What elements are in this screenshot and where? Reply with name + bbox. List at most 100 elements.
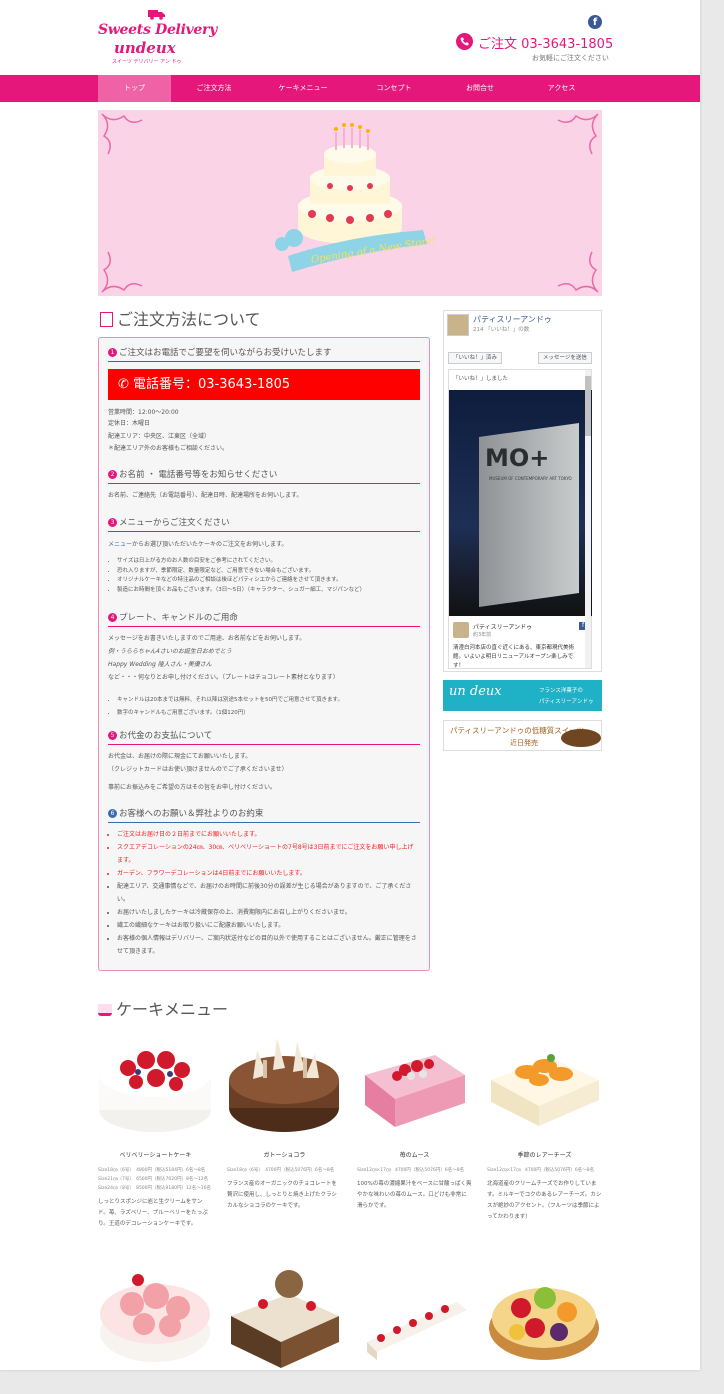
list-item: サイズは日上がる方のお人数の目安をご参考にされてください。 [117,557,365,567]
list-item: 繊工の繊細なケーキはお取り扱いにご配慮お願いいたします。 [117,919,417,932]
list-item: ガーデン、フラワーデコレーションは4日前までにお願いいたします。 [117,867,417,880]
plate-example-1: 例・うららちゃん4さいのお誕生日おめでとう [108,648,232,655]
delivery-area-note: ＊配達エリア外のお客様もご相談ください。 [108,445,229,452]
facebook-icon[interactable]: f [588,15,602,29]
undeux-ad-banner[interactable]: un deux フランス洋菓子の パティスリーアンドゥ [443,680,602,711]
site-header: Sweets Delivery undeux スイーツ デリバリー アン ドゥ … [0,0,700,75]
fb-like-button[interactable]: 「いいね！」済み [448,352,503,364]
cake-card-gateau-chocolat[interactable]: ガトーショコラ Size18㎝（6号） 4700円（税込5076円）6名〜8名 … [227,1030,342,1212]
site-logo[interactable]: Sweets Delivery undeux スイーツ デリバリー アン ドゥ [98,10,218,66]
step4-title: 4 プレート、キャンドルのご用命 [108,611,420,627]
list-item: 恐れ入りますが、季節限定、数量限定など、ご用意できない場合もございます。 [117,567,365,577]
cake-image-roll[interactable] [357,1262,472,1370]
cake-size: Size18㎝（6号） 4800円（税込5184円）6名〜8名 [98,1168,206,1173]
cake-name[interactable]: ガトーショコラ [227,1150,342,1159]
ad1-logo: un deux [449,684,502,699]
list-item: お客様の個人情報はデリバリー、ご案内状送付などの目的以外で使用することはございま… [117,932,417,958]
cake-image [227,1030,342,1140]
ad1-line1: フランス洋菓子の [539,688,583,694]
step3-bullets: サイズは日上がる方のお人数の目安をご参考にされてください。 恐れ入りますが、季節… [117,557,365,595]
cake-name[interactable]: 苺のムース [357,1150,472,1159]
logo-sub: スイーツ デリバリー アン ドゥ [112,59,182,65]
cake-image-fruit-tart[interactable] [487,1262,602,1370]
post-avatar[interactable] [453,622,469,638]
plate-example-2: Happy Wedding 隆人さん・美優さん [108,661,212,668]
nav-item-concept[interactable]: コンセプト [349,75,439,102]
ad2-sweets-image [561,729,601,747]
fb-page-name[interactable]: パティスリーアンドゥ [473,314,552,325]
photo-sign-small: MUSEUM OF CONTEMPORARY ART TOKYO [489,476,572,481]
step6-bullets: ご注文はお届け日の２日前までにお願いいたします。 スクエアデコレーションの24㎝… [117,828,417,958]
fb-liked-text: 「いいね！」しました [453,376,509,382]
number-3-icon: 3 [108,518,117,527]
fb-post-time: 約3年前 [473,632,492,638]
ad2-sub: 近日発売 [510,739,538,747]
step2-title: 2 お名前 ・ 電話番号等をお知らせください [108,468,420,484]
nav-item-cake-menu[interactable]: ケーキメニュー [257,75,349,102]
cake-card-strawberry-mousse[interactable]: 苺のムース Size12㎝×17㎝ 4700円（税込5076円）6名〜8名 10… [357,1030,472,1212]
cake-image [357,1030,472,1140]
list-item: キャンドルは20本までは無料、それ以降は別途5本セットを50円でご用意させて頂き… [117,694,343,707]
cake-size: Size24㎝（8号） 8500円（税込9180円）12名〜16名 [98,1186,211,1191]
nav-item-contact[interactable]: お問合せ [439,75,521,102]
cake-description: しっとりスポンジに岩と生クリームをサンド。苺、ラズベリー、ブルーベリーをたっぷり… [98,1199,208,1227]
cake-name[interactable]: 季節のレアーチーズ [487,1150,602,1159]
page-avatar[interactable] [447,314,469,336]
order-section-title: ご注文方法について [100,306,261,330]
step1-title: 1 ご注文はお電話でご要望を伺いながらお受けいたします [108,346,420,362]
tel-bar[interactable]: ✆ 電話番号：03-3643-1805 [108,369,420,400]
photo-sign: MO+ [485,444,550,472]
list-item: スクエアデコレーションの24㎝、30㎝、ベリベリーショートの7号8号は3日前まで… [117,841,417,867]
fb-message-button[interactable]: メッセージを送信 [538,352,592,364]
business-hours: 営業時間：12:00〜20:00 [108,409,179,416]
list-item: 数字のキャンドルもご用意ございます。（1個120円） [117,707,343,720]
ad1-line2: パティスリーアンドゥ [539,699,594,705]
plate-note: など・・・何なりとお申し付けください。（プレートはチョコレート素材となります） [108,674,339,681]
fb-post-name[interactable]: パティスリーアンドゥ [473,622,532,631]
cake-size: Size21㎝（7号） 6500円（税込7020円）8名〜12名 [98,1177,209,1182]
cake-card-berry-short[interactable]: ベリベリーショートケーキ Size18㎝（6号） 4800円（税込5184円）6… [98,1030,213,1230]
list-item: ご注文はお届け日の２日前までにお願いいたします。 [117,828,417,841]
number-1-icon: 1 [108,348,117,357]
number-2-icon: 2 [108,470,117,479]
cake-description: 北海道産のクリームチーズでお作りしています。ミルキーでコクのあるレアーチーズ。カ… [487,1181,602,1220]
cake-description: フランス産のオーガニックのチョコレートを贅沢に使用し、しっとりと焼き上げたクラシ… [227,1181,337,1209]
phone-icon [456,33,473,50]
cake-description: 100%の苺の濃縮果汁をベースに甘酸っぱく爽やかな味わいの苺のムース。口どけも非… [357,1181,472,1209]
step5-title: 5 お代金のお支払について [108,729,420,745]
cake-image-flower[interactable] [98,1262,213,1370]
cake-card-rare-cheese[interactable]: 季節のレアーチーズ Size12㎝×17㎝ 4700円（税込5076円）6名〜8… [487,1030,602,1223]
payment-card-note: （クレジットカードはお使い頂けませんのでご了承くださいませ） [108,766,288,773]
number-5-icon: 5 [108,731,117,740]
cake-image [487,1030,602,1140]
cake-image-garden[interactable] [227,1262,342,1370]
step3-title: 3 メニューからご注文ください [108,516,420,532]
step2-text: お名前、ご連絡先（お電話番号）、配達日時、配達場所をお伺いします。 [108,492,303,499]
list-item: 製造にお時間を頂くお品もございます。（3日〜5日）（キャラクター、シュガー細工、… [117,586,365,596]
order-steps-box: 1 ご注文はお電話でご要望を伺いながらお受けいたします ✆ 電話番号：03-364… [98,337,430,971]
cake-icon [98,1004,112,1016]
fb-post-photo[interactable]: MO+ MUSEUM OF CONTEMPORARY ART TOKYO [449,390,592,616]
closed-day: 定休日：木曜日 [108,420,151,427]
cake-image [98,1030,213,1140]
fb-post-text: 清澄白河本店の直ぐ近くにある、東京都現代美術館。いよいよ明日リニューアルオープン… [453,645,575,669]
fb-likes-count: 214 「いいね！」の数 [473,327,530,333]
cake-menu-title: ケーキメニュー [98,996,228,1020]
nav-item-top[interactable]: トップ [98,75,171,102]
order-tel[interactable]: ご注文 03-3643-1805 [478,33,613,52]
low-sugar-ad-banner[interactable]: パティスリーアンドゥの低糖質スイーツ 近日発売 [443,720,602,751]
nav-item-order[interactable]: ご注文方法 [171,75,257,102]
hero-banner: Opening of a New Store! [98,110,602,296]
step4-bullets: キャンドルは20本までは無料、それ以降は別途5本セットを50円でご用意させて頂き… [117,694,343,720]
step6-title: 6 お客様へのお願い＆弊社よりのお約束 [108,807,420,823]
nav-item-access[interactable]: アクセス [521,75,602,102]
main-nav: トップ ご注文方法 ケーキメニュー コンセプト お問合せ アクセス [0,75,700,102]
document-icon [100,312,113,327]
list-item: お届けいたしましたケーキは冷蔵保存の上、消費期限内にお召し上がりくださいませ。 [117,906,417,919]
logo-line1: Sweets Delivery [98,22,217,38]
list-item: オリジナルケーキなどの特注品のご相談は後ほどパティシエからご連絡をさせて頂きます… [117,576,365,586]
page: Sweets Delivery undeux スイーツ デリバリー アン ドゥ … [0,0,700,1370]
fb-scrollbar[interactable] [585,370,591,668]
cake-name[interactable]: ベリベリーショートケーキ [98,1150,213,1159]
menu-link[interactable]: メニュー [108,541,132,548]
